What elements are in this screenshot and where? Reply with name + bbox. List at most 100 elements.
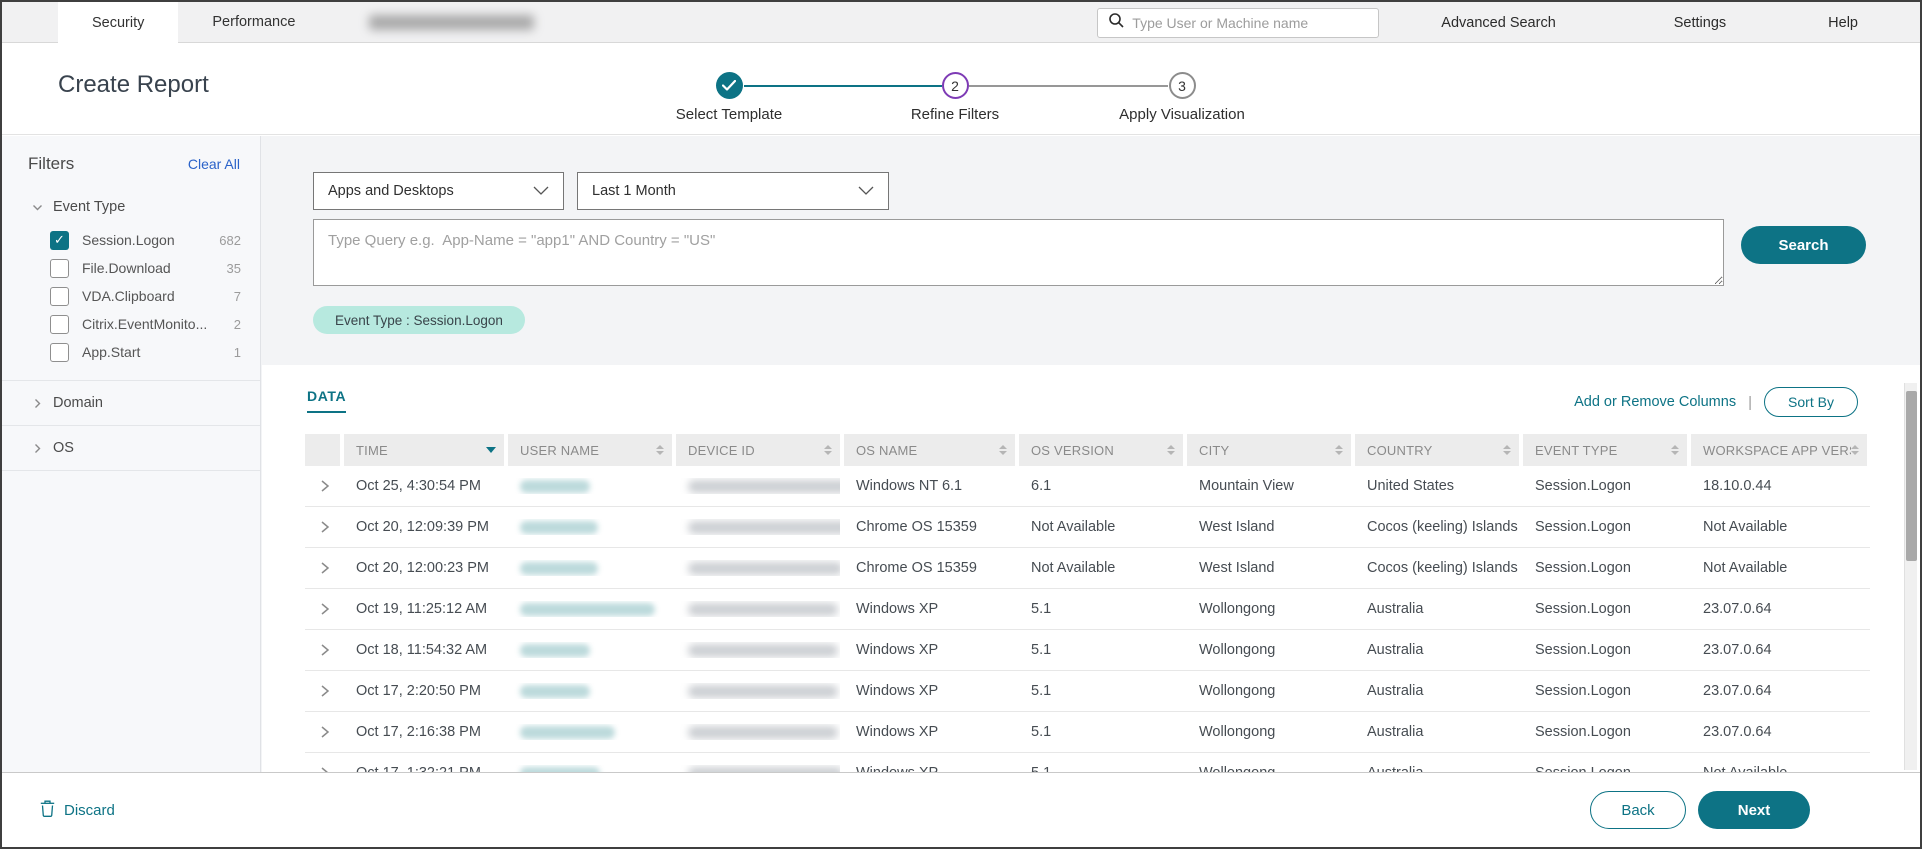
cell-country: Australia (1355, 642, 1519, 658)
scrollbar-thumb[interactable] (1906, 391, 1917, 561)
top-tabs: Security Performance (58, 2, 574, 42)
discard-button[interactable]: Discard (40, 800, 115, 821)
sort-up-arrow (656, 445, 664, 449)
column-header-os-version[interactable]: OS VERSION (1019, 434, 1183, 466)
vertical-scrollbar[interactable] (1904, 383, 1917, 770)
table-row: Oct 25, 4:30:54 PMWindows NT 6.16.1Mount… (305, 466, 1870, 507)
filter-group-os[interactable]: OS (2, 426, 260, 470)
checkbox-icon[interactable] (50, 315, 69, 334)
cell-os-version: 5.1 (1019, 601, 1183, 617)
cell-city: West Island (1187, 560, 1351, 576)
search-button[interactable]: Search (1741, 226, 1866, 264)
sort-by-button[interactable]: Sort By (1764, 387, 1858, 417)
advanced-search-link[interactable]: Advanced Search (1441, 15, 1555, 31)
top-nav-right: Advanced Search Settings Help (1097, 2, 1920, 43)
blurred-user-name (520, 480, 590, 493)
column-header-city[interactable]: CITY (1187, 434, 1351, 466)
clear-all-link[interactable]: Clear All (188, 156, 240, 172)
column-header-country[interactable]: COUNTRY (1355, 434, 1519, 466)
cell-user-name (508, 683, 672, 699)
cell-device-id (676, 601, 840, 617)
global-search-box[interactable] (1097, 8, 1379, 38)
cell-city: Wollongong (1187, 724, 1351, 740)
search-icon (1108, 12, 1124, 33)
table-row: Oct 19, 11:25:12 AMWindows XP5.1Wollongo… (305, 589, 1870, 630)
tab-security[interactable]: Security (58, 2, 178, 44)
data-table: TIMEUSER NAMEDEVICE IDOS NAMEOS VERSIONC… (305, 434, 1870, 774)
cell-country: Australia (1355, 601, 1519, 617)
filter-option-label: VDA.Clipboard (82, 288, 234, 304)
filter-option-citrix-eventmonito-[interactable]: Citrix.EventMonito...2 (2, 310, 260, 338)
column-header-time[interactable]: TIME (344, 434, 504, 466)
checkbox-icon[interactable] (50, 287, 69, 306)
settings-link[interactable]: Settings (1674, 15, 1726, 31)
chevron-right-icon (320, 725, 330, 739)
chevron-right-icon (320, 520, 330, 534)
divider: | (1748, 394, 1752, 411)
filter-option-session-logon[interactable]: ✓Session.Logon682 (2, 226, 260, 254)
row-expander[interactable] (305, 561, 340, 575)
blurred-device-id (688, 685, 838, 698)
cell-user-name (508, 519, 672, 535)
sort-toggle-icon (824, 445, 832, 455)
timerange-dropdown[interactable]: Last 1 Month (577, 172, 889, 210)
column-header-workspace-app-versi-[interactable]: WORKSPACE APP VERSI... (1691, 434, 1867, 466)
filter-option-app-start[interactable]: App.Start1 (2, 338, 260, 366)
next-button[interactable]: Next (1698, 791, 1810, 829)
row-expander[interactable] (305, 643, 340, 657)
datasource-dropdown[interactable]: Apps and Desktops (313, 172, 564, 210)
filter-group-event-type[interactable]: Event Type (2, 190, 260, 224)
filter-chip-event-type[interactable]: Event Type : Session.Logon (313, 306, 525, 334)
blurred-user-name (520, 685, 590, 698)
help-link[interactable]: Help (1828, 15, 1858, 31)
query-input[interactable] (313, 219, 1724, 286)
tab-blurred[interactable] (329, 2, 574, 42)
back-button[interactable]: Back (1590, 791, 1686, 829)
global-search-input[interactable] (1132, 15, 1368, 31)
table-row: Oct 17, 2:16:38 PMWindows XP5.1Wollongon… (305, 712, 1870, 753)
sort-toggle-icon (1167, 445, 1175, 455)
step-apply-visualization[interactable]: 3 Apply Visualization (1102, 72, 1262, 123)
column-header-os-name[interactable]: OS NAME (844, 434, 1015, 466)
tab-data[interactable]: DATA (307, 388, 346, 413)
cell-workspace-app-version: 23.07.0.64 (1691, 642, 1867, 658)
cell-time: Oct 19, 11:25:12 AM (344, 601, 504, 617)
row-expander[interactable] (305, 520, 340, 534)
cell-time: Oct 25, 4:30:54 PM (344, 478, 504, 494)
row-expander[interactable] (305, 602, 340, 616)
checkbox-icon[interactable] (50, 259, 69, 278)
data-table-card: DATA Add or Remove Columns | Sort By TIM… (262, 365, 1920, 774)
sort-desc-icon (486, 447, 496, 453)
cell-country: Australia (1355, 724, 1519, 740)
chevron-right-icon (32, 443, 43, 454)
cell-city: Wollongong (1187, 601, 1351, 617)
step-select-template[interactable]: Select Template (649, 72, 809, 123)
sort-down-arrow (1335, 451, 1343, 455)
row-expander[interactable] (305, 479, 340, 493)
step-complete-check-icon (716, 72, 743, 99)
filter-option-vda-clipboard[interactable]: VDA.Clipboard7 (2, 282, 260, 310)
table-row: Oct 20, 12:09:39 PMChrome OS 15359Not Av… (305, 507, 1870, 548)
checkbox-checked-icon[interactable]: ✓ (50, 231, 69, 250)
table-header-row: TIMEUSER NAMEDEVICE IDOS NAMEOS VERSIONC… (305, 434, 1870, 466)
filter-option-file-download[interactable]: File.Download35 (2, 254, 260, 282)
add-remove-columns-link[interactable]: Add or Remove Columns (1574, 394, 1736, 410)
filter-option-label: File.Download (82, 260, 227, 276)
blurred-device-id (688, 480, 840, 493)
create-report-page: Security Performance Advanced Search Set… (0, 0, 1922, 849)
filter-group-domain[interactable]: Domain (2, 381, 260, 425)
column-header-label: COUNTRY (1367, 443, 1432, 458)
cell-time: Oct 17, 2:16:38 PM (344, 724, 504, 740)
footer-bar: Discard Back Next (2, 772, 1920, 847)
sort-down-arrow (656, 451, 664, 455)
row-expander[interactable] (305, 725, 340, 739)
checkbox-icon[interactable] (50, 343, 69, 362)
column-header-event-type[interactable]: EVENT TYPE (1523, 434, 1687, 466)
cell-device-id (676, 478, 840, 494)
column-header-user-name[interactable]: USER NAME (508, 434, 672, 466)
tab-performance[interactable]: Performance (178, 2, 329, 42)
row-expander[interactable] (305, 684, 340, 698)
step-refine-filters[interactable]: 2 Refine Filters (875, 72, 1035, 123)
column-header-device-id[interactable]: DEVICE ID (676, 434, 840, 466)
cell-country: Cocos (keeling) Islands (1355, 560, 1519, 576)
